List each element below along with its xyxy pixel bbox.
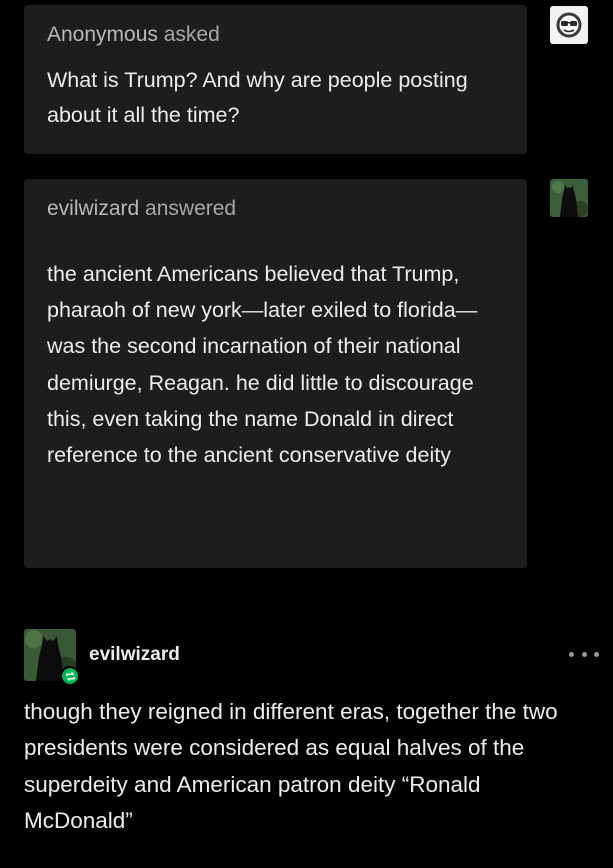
evilwizard-avatar-small[interactable] [550, 179, 588, 217]
ask-bubble: Anonymous asked What is Trump? And why a… [24, 5, 527, 154]
reblog-header: evilwizard [24, 629, 599, 686]
sunglasses-face-icon [556, 12, 582, 38]
dark-wizard-avatar [550, 179, 588, 217]
more-horizontal-icon[interactable] [569, 649, 599, 659]
asker-name[interactable]: Anonymous [47, 23, 158, 46]
anonymous-avatar [550, 6, 588, 44]
reblog-badge [60, 666, 80, 686]
ask-verb: asked [163, 23, 220, 46]
more-dot [594, 651, 599, 657]
answer-verb: answered [145, 197, 237, 220]
more-dot [569, 651, 574, 657]
reblog-text: though they reigned in different eras, t… [24, 699, 558, 833]
answer-text: the ancient Americans believed that Trum… [47, 262, 478, 468]
answer-header: evilwizard answered [47, 195, 505, 223]
reblog-username[interactable]: evilwizard [89, 644, 180, 666]
more-dot [581, 651, 587, 657]
reblog-icon [65, 671, 75, 681]
ask-header: Anonymous asked [47, 21, 505, 49]
ask-question: What is Trump? And why are people postin… [47, 68, 468, 127]
answerer-name[interactable]: evilwizard [47, 197, 139, 220]
answer-bubble: evilwizard answered the ancient American… [24, 179, 527, 568]
